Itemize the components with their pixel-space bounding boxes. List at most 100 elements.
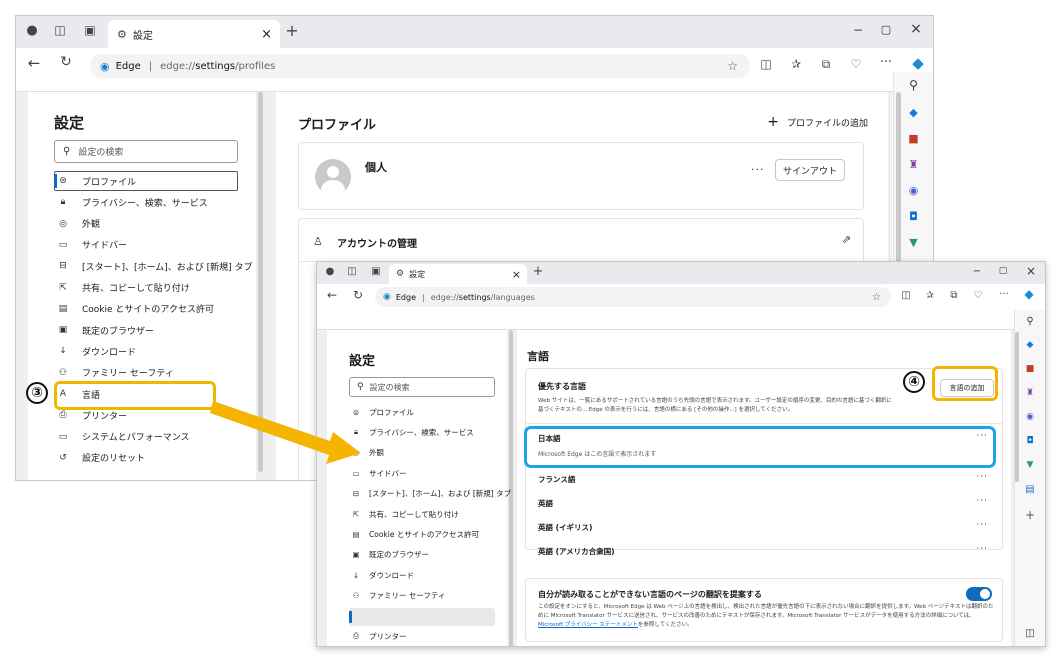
favorites-icon[interactable]: ✰ — [788, 57, 804, 71]
language-row[interactable]: 英語 (アメリカ合衆国) ··· — [526, 539, 1002, 563]
back-icon[interactable]: ← — [325, 288, 339, 302]
shopping-tag-icon[interactable]: ◆ — [1015, 340, 1045, 350]
search-icon[interactable]: ⚲ — [894, 78, 933, 92]
drop-icon[interactable]: ▼ — [1015, 460, 1045, 470]
sidebar-item-label: プロファイル — [82, 177, 137, 188]
new-tab-button[interactable]: + — [531, 264, 545, 279]
m365-icon[interactable]: ◉ — [1015, 412, 1045, 422]
language-more-icon[interactable]: ··· — [976, 496, 988, 506]
sidebar-item[interactable]: ⇱ 共有、コピーして貼り付け — [327, 506, 507, 522]
sidebar-item[interactable]: ⎙ プリンター — [327, 628, 507, 644]
minimize-button[interactable]: − — [851, 23, 865, 37]
browser-essentials-icon[interactable]: ♡ — [971, 290, 985, 301]
outlook-icon[interactable]: ◘ — [1015, 436, 1045, 446]
sidebar-item[interactable]: ↓ ダウンロード — [28, 342, 256, 360]
sidebar-item-icon: ⊟ — [352, 489, 360, 499]
sidebar-item[interactable]: ⊟ [スタート]、[ホーム]、および [新規] タブ — [28, 257, 256, 275]
refresh-icon[interactable]: ↻ — [58, 54, 74, 70]
back-icon[interactable]: ← — [26, 54, 42, 72]
language-more-icon[interactable]: ··· — [976, 472, 988, 482]
favorite-star-icon[interactable]: ☆ — [872, 292, 881, 303]
sidebar-item[interactable]: ⚇ ファミリー セーフティ — [327, 588, 507, 604]
workspaces-icon[interactable]: ◫ — [345, 266, 359, 277]
notes-icon[interactable]: ▤ — [1015, 484, 1045, 495]
external-link-icon[interactable]: ⇗ — [842, 233, 851, 246]
sidebar-item[interactable]: ↓ ダウンロード — [327, 567, 507, 583]
language-row[interactable]: 英語 (イギリス) ··· — [526, 515, 1002, 539]
minimize-button[interactable]: − — [971, 266, 983, 277]
url-path: /profiles — [235, 60, 276, 72]
new-tab-button[interactable]: + — [284, 21, 300, 40]
sidebar-item[interactable]: ▭ サイドバー — [327, 465, 507, 481]
language-more-icon[interactable]: ··· — [976, 544, 988, 554]
sidebar-item-label: プライバシー、検索、サービス — [82, 198, 208, 209]
sidebar-item[interactable]: ◎ 外観 — [28, 215, 256, 233]
sidebar-item[interactable]: ▣ 既定のブラウザー — [28, 321, 256, 339]
tools-icon[interactable]: ■ — [1015, 364, 1045, 374]
tab-actions-icon[interactable]: ▣ — [82, 23, 98, 37]
manage-account-label[interactable]: アカウントの管理 — [337, 235, 417, 250]
profile-more-icon[interactable]: ··· — [751, 163, 765, 176]
sidebar-item-icon: ⚇ — [352, 591, 360, 601]
close-window-button[interactable]: × — [1025, 264, 1037, 278]
translate-toggle[interactable] — [966, 587, 992, 601]
add-profile-button[interactable]: + プロファイルの追加 — [767, 114, 868, 130]
split-screen-icon[interactable]: ◫ — [758, 57, 774, 71]
more-menu-icon[interactable]: ··· — [878, 55, 894, 70]
sidebar-item[interactable]: ⊜ プロファイル — [327, 404, 507, 420]
collections-icon[interactable]: ⧉ — [947, 290, 961, 301]
refresh-icon[interactable]: ↻ — [351, 288, 365, 302]
sidebar-item-icon: ⇱ — [59, 282, 67, 293]
sidebar-item[interactable]: ⊜ プロファイル — [28, 172, 256, 190]
tab-close-icon[interactable]: × — [512, 268, 521, 281]
sign-out-button[interactable]: サインアウト — [775, 159, 845, 181]
sidebar-item-label: [スタート]、[ホーム]、および [新規] タブ — [369, 489, 512, 499]
profile-icon[interactable]: ● — [323, 266, 337, 277]
privacy-statement-link[interactable]: Microsoft プライバシー ステートメント — [538, 622, 638, 628]
browser-essentials-icon[interactable]: ♡ — [848, 57, 864, 71]
address-toolbar: ← ↻ ◉ Edge | edge://settings/languages ☆… — [317, 284, 1045, 330]
language-more-icon[interactable]: ··· — [976, 520, 988, 530]
tab-close-icon[interactable]: × — [261, 27, 272, 42]
sidebar-settings-icon[interactable]: ◫ — [1015, 628, 1045, 639]
favorites-icon[interactable]: ✰ — [923, 290, 937, 301]
main-scrollbar[interactable] — [1015, 332, 1019, 482]
sidebar-item[interactable]: ↺ 設定のリセット — [28, 449, 256, 467]
language-row[interactable]: フランス語 ··· — [526, 467, 1002, 491]
sidebar-item[interactable]: ▭ サイドバー — [28, 236, 256, 254]
sidebar-item[interactable]: ◎ 外観 — [327, 445, 507, 461]
settings-search-input[interactable]: ⚲ 設定の検索 — [54, 140, 238, 163]
split-screen-icon[interactable]: ◫ — [899, 290, 913, 301]
collections-icon[interactable]: ⧉ — [818, 57, 834, 72]
tab-actions-icon[interactable]: ▣ — [369, 266, 383, 277]
sidebar-scrollbar[interactable] — [258, 92, 263, 472]
sidebar-item-label: システムとパフォーマンス — [82, 433, 190, 444]
more-menu-icon[interactable]: ··· — [997, 289, 1011, 300]
sidebar-item[interactable]: ▭ システムとパフォーマンス — [28, 428, 256, 446]
sidebar-item[interactable]: 🔒︎ プライバシー、検索、サービス — [327, 424, 507, 440]
sidebar-item[interactable]: ⊟ [スタート]、[ホーム]、および [新規] タブ — [327, 486, 511, 502]
maximize-button[interactable]: ▢ — [997, 266, 1009, 276]
address-bar[interactable]: ◉ Edge | edge://settings/profiles ☆ — [90, 54, 750, 78]
add-sidebar-app-icon[interactable]: + — [1015, 508, 1045, 522]
workspaces-icon[interactable]: ◫ — [52, 23, 68, 37]
search-icon[interactable]: ⚲ — [1015, 316, 1045, 327]
sidebar-item[interactable]: ▤ Cookie とサイトのアクセス許可 — [327, 526, 507, 542]
sidebar-item[interactable]: ⇱ 共有、コピーして貼り付け — [28, 279, 256, 297]
favorite-star-icon[interactable]: ☆ — [727, 59, 738, 73]
copilot-icon[interactable]: ◆ — [1021, 287, 1037, 301]
sidebar-item[interactable]: 🔒︎ プライバシー、検索、サービス — [28, 193, 256, 211]
language-row[interactable]: 英語 ··· — [526, 491, 1002, 515]
maximize-button[interactable]: ▢ — [879, 23, 893, 36]
games-icon[interactable]: ♜ — [1015, 388, 1045, 398]
tab-settings[interactable]: ⚙ 設定 × — [108, 20, 280, 48]
close-window-button[interactable]: × — [909, 21, 923, 37]
settings-search-input[interactable]: ⚲ 設定の検索 — [349, 377, 495, 397]
sidebar-item[interactable]: ▤ Cookie とサイトのアクセス許可 — [28, 300, 256, 318]
address-bar[interactable]: ◉ Edge | edge://settings/languages ☆ — [375, 287, 891, 307]
tab-settings[interactable]: ⚙ 設定 × — [389, 264, 527, 284]
sidebar-item[interactable]: ⚇ ファミリー セーフティ — [28, 364, 256, 382]
profile-icon[interactable]: ● — [24, 23, 40, 38]
sidebar-item[interactable]: ▣ 既定のブラウザー — [327, 547, 507, 563]
copilot-icon[interactable]: ◆ — [908, 54, 928, 72]
